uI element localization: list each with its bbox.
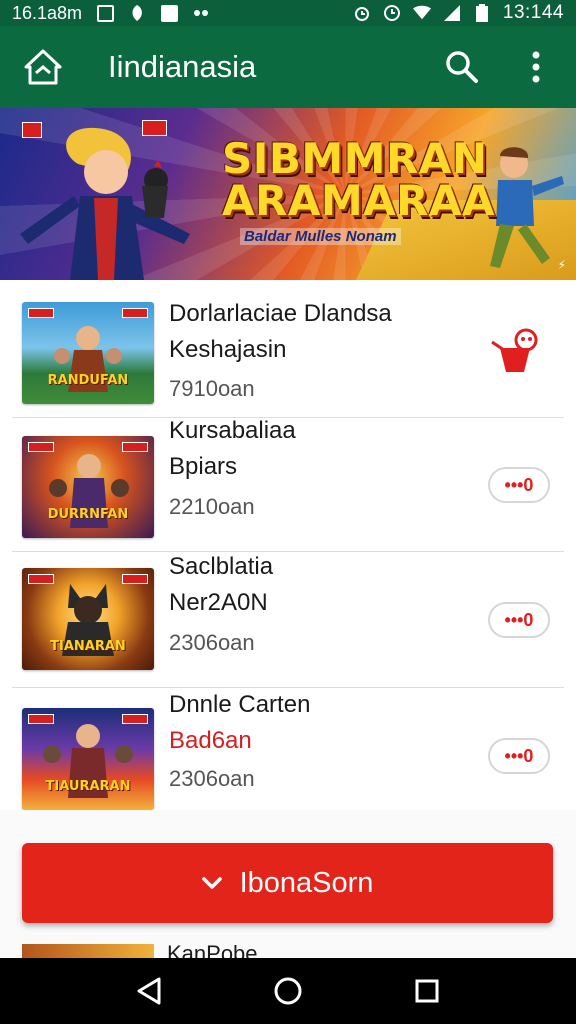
red-hand-icon (491, 328, 538, 372)
game-meta: 2306oan (169, 630, 255, 655)
game-action-button[interactable]: •••0 (488, 738, 550, 774)
game-thumbnail: TIANARAN (22, 568, 154, 670)
game-title: Saclblatia Ner2A0N (169, 553, 274, 616)
gallery-notification-icon (96, 4, 114, 22)
list-item[interactable]: DURRNFAN Kursabaliaa Bpiars 2210oan •••0 (12, 417, 564, 552)
game-thumbnail (22, 944, 154, 958)
more-vert-icon (532, 51, 540, 83)
status-time: 13:144 (502, 2, 564, 23)
alarm-icon (353, 4, 371, 22)
rooster-illustration (142, 160, 168, 218)
game-action-button[interactable]: •••0 (488, 467, 550, 503)
home-button[interactable] (268, 971, 308, 1011)
primary-cta-button[interactable]: IbonaSorn (22, 843, 553, 923)
video-notification-icon (160, 4, 178, 22)
game-title: Kursabaliaa Bpiars (169, 417, 296, 480)
cta-container: IbonaSorn (0, 810, 576, 960)
battery-icon (473, 4, 491, 22)
thumb-label: RANDUFAN (47, 373, 129, 388)
system-nav-bar (0, 958, 576, 1024)
status-left-text: 16.1a8m (12, 2, 83, 23)
app-logo-icon (20, 44, 66, 90)
home-icon (274, 977, 302, 1005)
banner-title: SIBMMRAN ARAMARAA (222, 134, 496, 225)
game-action-button[interactable]: •••0 (488, 602, 550, 638)
wifi-icon (412, 4, 431, 22)
banner-watermark-icon: ⚡ (557, 258, 566, 272)
thumb-label: TIAURARAN (45, 779, 131, 794)
game-thumbnail: TIAURARAN (22, 708, 154, 810)
promo-banner[interactable]: SIBMMRAN ARAMARAA Baldar Mulles Nonam ⚡ (0, 108, 576, 280)
game-title: KanPobe (167, 944, 258, 958)
game-thumbnail: RANDUFAN (22, 302, 154, 404)
list-item[interactable]: RANDUFAN Dorlarlaciae Dlandsa Keshajasin… (12, 284, 564, 418)
game-meta: 2306oan (169, 766, 255, 791)
game-thumbnail: DURRNFAN (22, 436, 154, 538)
primary-cta-label: IbonaSorn (239, 866, 374, 899)
clock-icon (383, 4, 401, 22)
app-bar: Iindianasia (0, 26, 576, 108)
list-item-peek: KanPobe (22, 944, 562, 958)
signal-icon (443, 4, 461, 22)
status-bar: 16.1a8m 13:144 (0, 0, 576, 26)
search-button[interactable] (442, 47, 482, 87)
recents-button[interactable] (407, 971, 447, 1011)
game-title: Dnnle Carten Bad6an (169, 691, 311, 754)
back-icon (137, 977, 161, 1005)
recents-icon (415, 979, 439, 1003)
chat-notification-icon (192, 4, 210, 22)
thumb-label: TIANARAN (50, 639, 126, 654)
search-icon (446, 51, 478, 83)
game-title: Dorlarlaciae Dlandsa Keshajasin (169, 300, 392, 363)
game-meta: 7910oan (169, 376, 255, 401)
app-title: Iindianasia (108, 49, 257, 84)
chevron-down-icon (201, 870, 222, 896)
game-meta: 2210oan (169, 494, 255, 519)
thumb-label: DURRNFAN (47, 507, 129, 522)
back-button[interactable] (129, 971, 169, 1011)
favorite-button[interactable] (490, 324, 544, 378)
overflow-menu-button[interactable] (516, 47, 556, 87)
list-item[interactable]: TIANARAN Saclblatia Ner2A0N 2306oan •••0 (12, 553, 564, 688)
leaf-notification-icon (128, 4, 146, 22)
list-item[interactable]: TIAURARAN Dnnle Carten Bad6an 2306oan ••… (12, 690, 564, 824)
banner-subtitle: Baldar Mulles Nonam (240, 228, 401, 245)
